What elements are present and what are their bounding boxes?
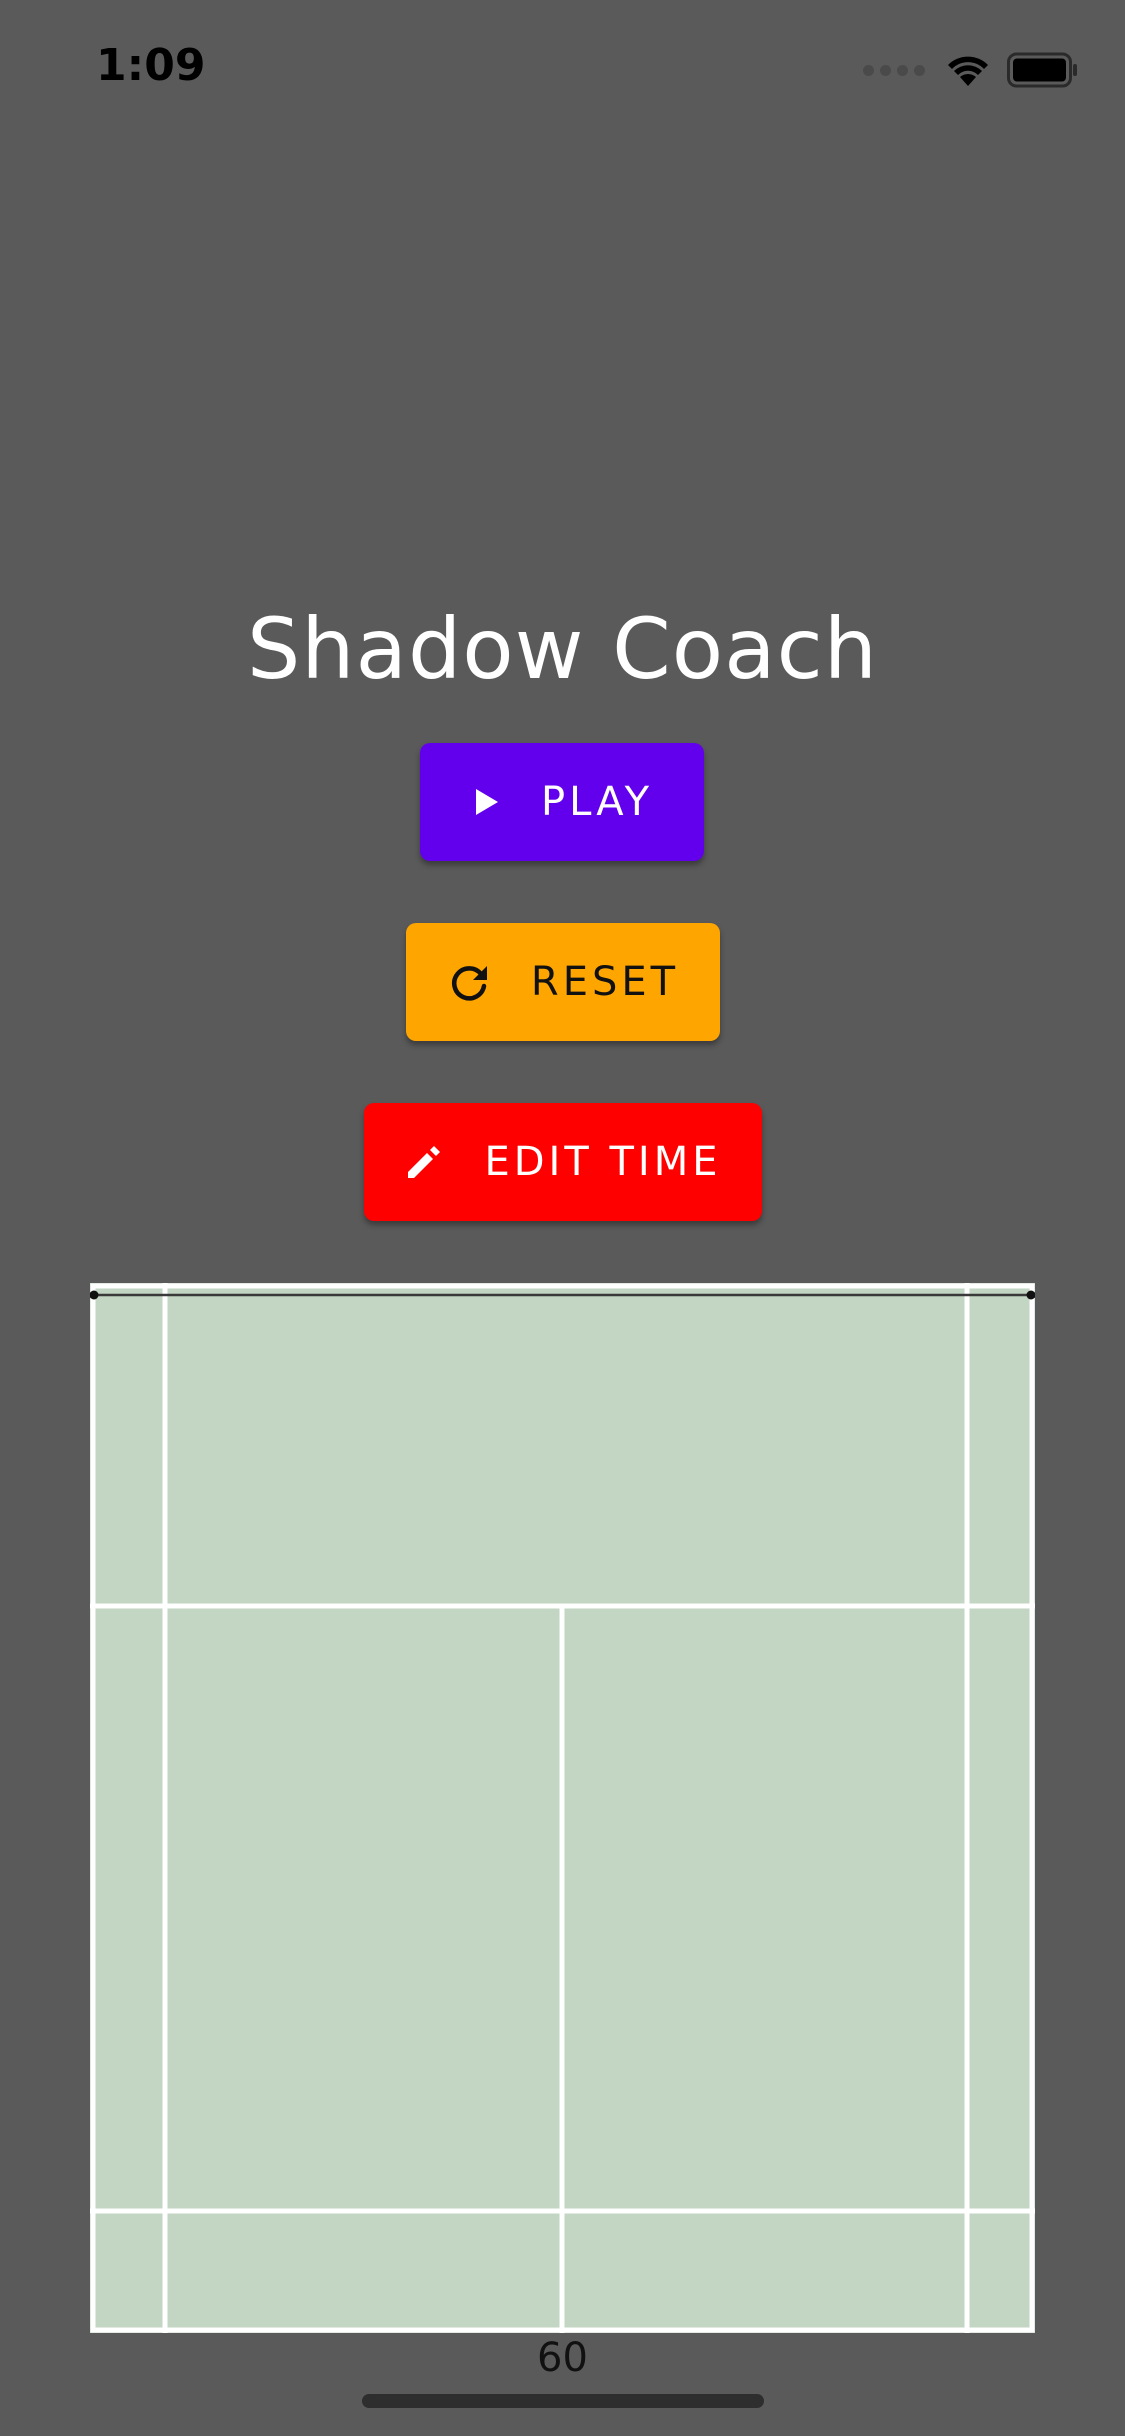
status-time: 1:09 [96, 40, 206, 91]
reset-button[interactable]: RESET [406, 923, 720, 1041]
play-button-label: PLAY [540, 779, 653, 825]
pencil-icon [404, 1142, 444, 1182]
wifi-icon [948, 56, 988, 86]
battery-icon [1007, 52, 1077, 88]
app-title: Shadow Coach [246, 600, 879, 698]
refresh-icon [447, 960, 491, 1004]
home-indicator[interactable] [362, 2394, 764, 2408]
court-diagram[interactable] [90, 1283, 1035, 2333]
cellular-signal-icon [863, 64, 925, 76]
play-icon [471, 787, 501, 817]
counter-value: 60 [537, 2335, 588, 2381]
reset-button-label: RESET [530, 959, 680, 1005]
edit-time-button[interactable]: EDIT TIME [364, 1103, 762, 1221]
status-icons [863, 50, 1079, 90]
edit-time-button-label: EDIT TIME [484, 1139, 722, 1185]
play-button[interactable]: PLAY [420, 743, 704, 861]
